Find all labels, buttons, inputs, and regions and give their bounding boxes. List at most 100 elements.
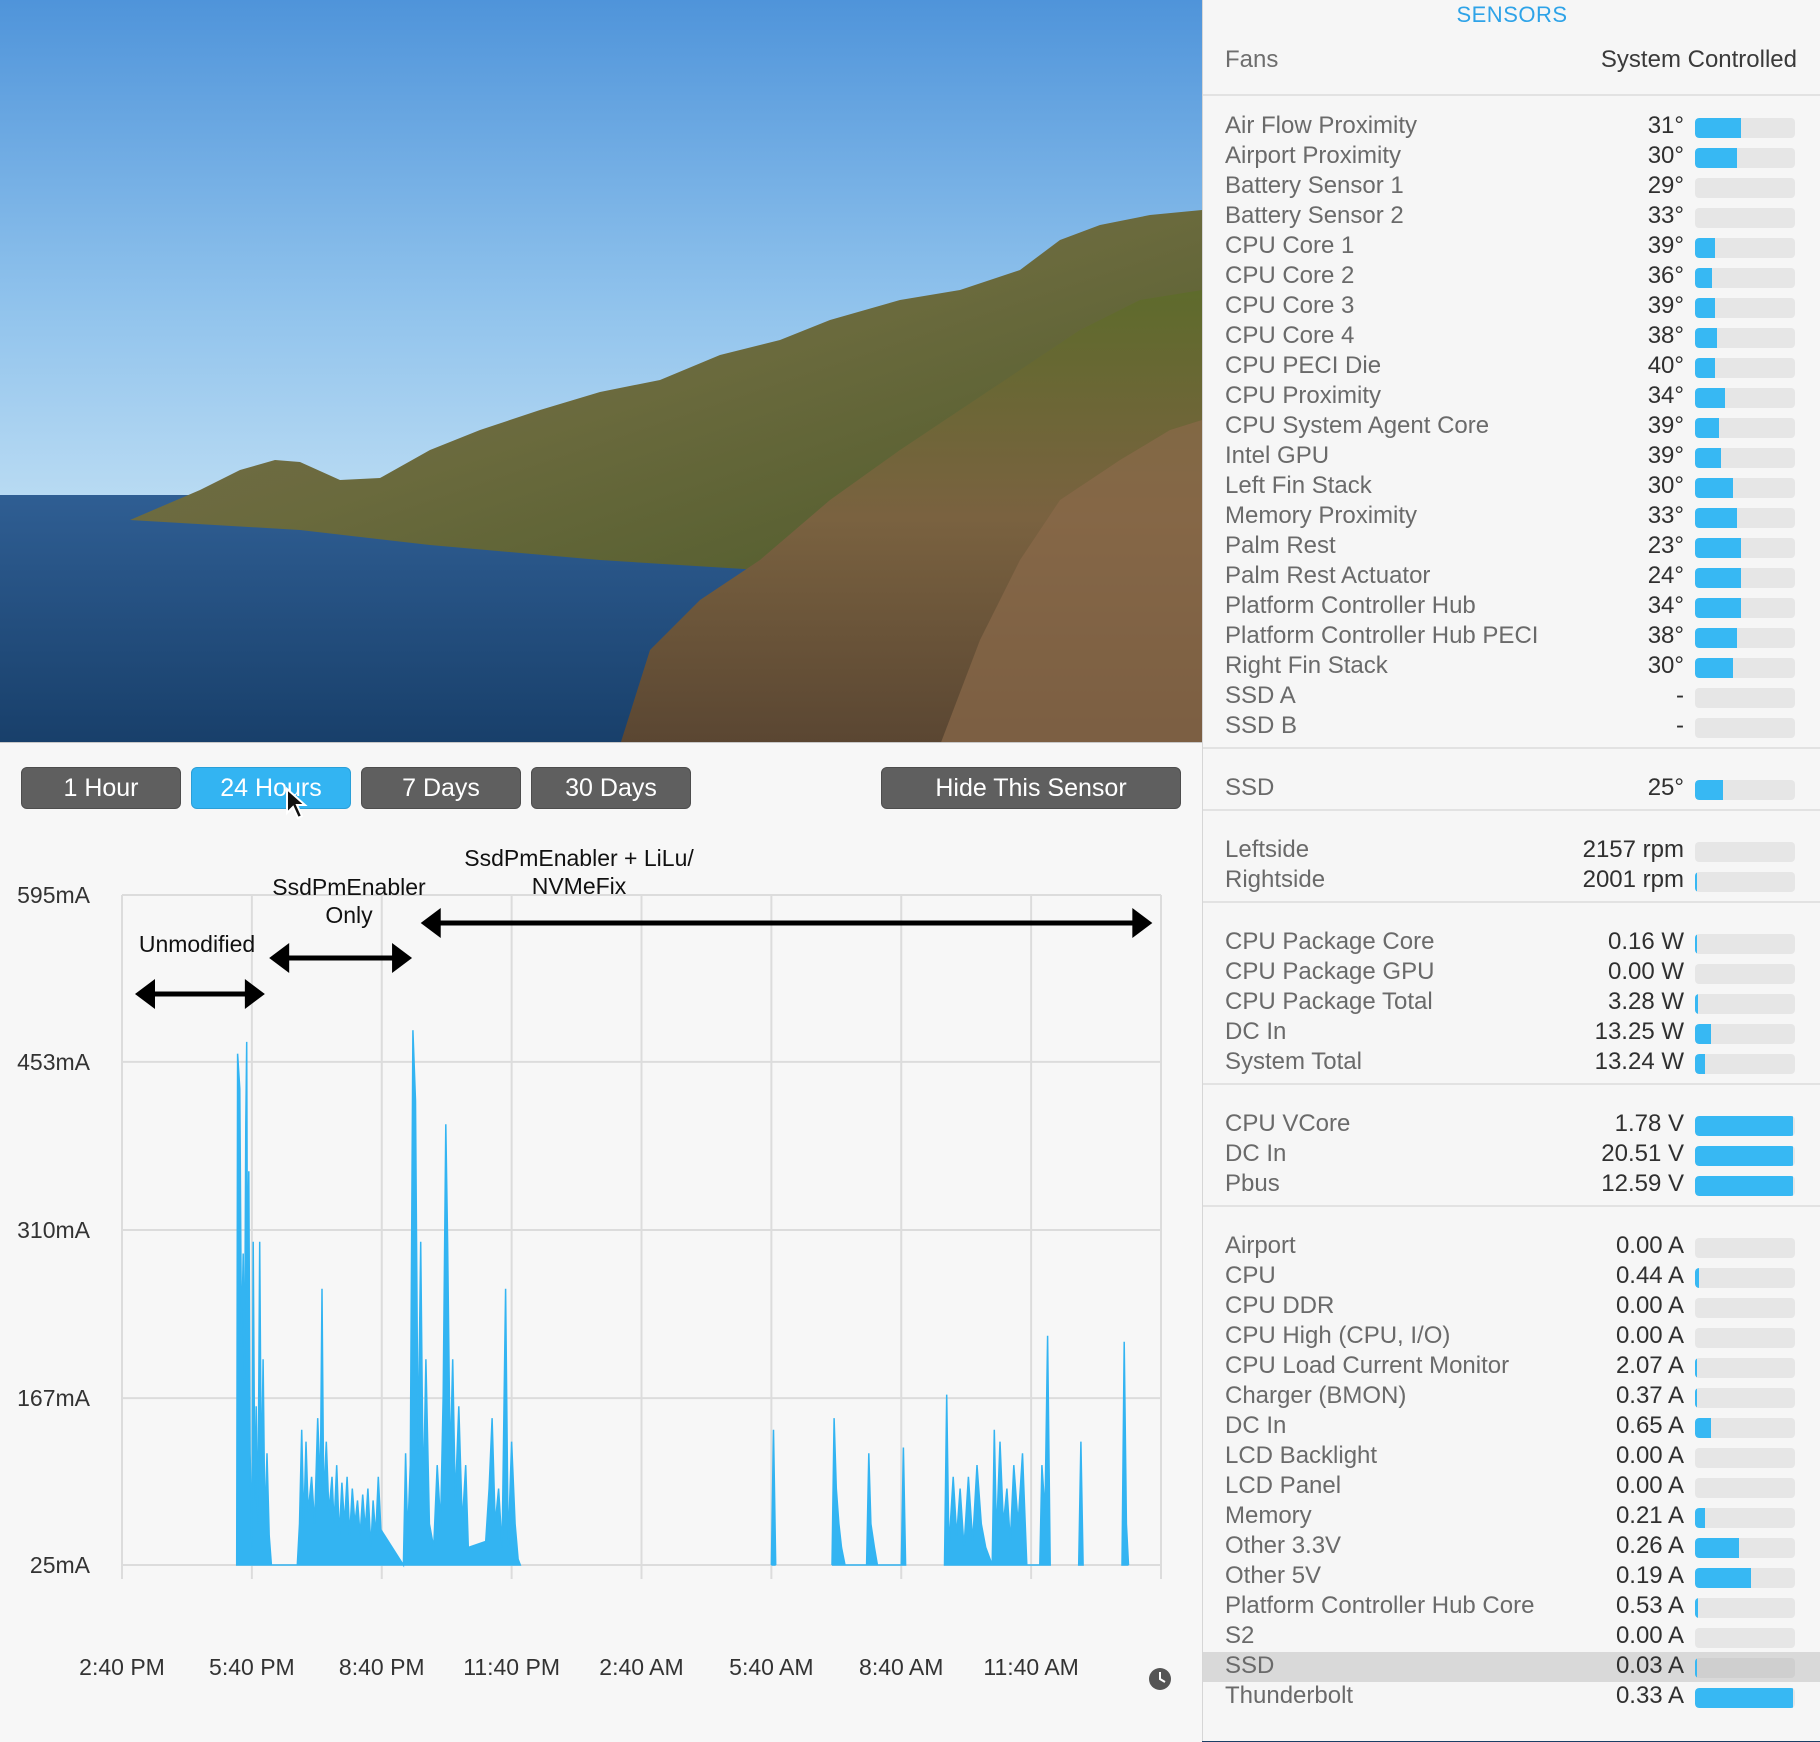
sensor-row[interactable]: CPU System Agent Core 39° [1203,412,1820,442]
sensor-row[interactable]: Platform Controller Hub 34° [1203,592,1820,622]
y-tick-label: 453mA [17,1049,91,1075]
range-30-days-button[interactable]: 30 Days [531,767,691,809]
sensor-row[interactable]: Battery Sensor 1 29° [1203,172,1820,202]
sensor-row[interactable]: Airport 0.00 A [1203,1232,1820,1262]
sensor-row[interactable]: Platform Controller Hub PECI 38° [1203,622,1820,652]
sensor-row[interactable]: SSD A - [1203,682,1820,712]
sensor-row[interactable]: CPU High (CPU, I/O) 0.00 A [1203,1322,1820,1352]
sensor-name: Pbus [1225,1170,1280,1197]
sensor-row[interactable]: CPU Core 3 39° [1203,292,1820,322]
sensor-level-bar [1695,388,1795,408]
sensor-level-fill [1695,628,1737,648]
sensor-row[interactable]: CPU Package GPU 0.00 W [1203,958,1820,988]
range-7-days-button[interactable]: 7 Days [361,767,521,809]
sensor-level-bar [1695,688,1795,708]
sensor-row[interactable]: Leftside 2157 rpm [1203,836,1820,866]
sensor-row[interactable]: Thunderbolt 0.33 A [1203,1682,1820,1712]
sensor-row[interactable]: Pbus 12.59 V [1203,1170,1820,1200]
sensor-level-bar [1695,1568,1795,1588]
annotation-label: Only [325,902,373,928]
sensor-row[interactable]: Right Fin Stack 30° [1203,652,1820,682]
sensor-row[interactable]: LCD Panel 0.00 A [1203,1472,1820,1502]
sensor-row[interactable]: System Total 13.24 W [1203,1048,1820,1078]
sensor-level-bar [1695,1328,1795,1348]
sensor-row[interactable]: Left Fin Stack 30° [1203,472,1820,502]
sensor-level-bar [1695,780,1795,800]
sensor-row[interactable]: Memory 0.21 A [1203,1502,1820,1532]
sensor-value: 0.00 A [1615,1232,1684,1259]
sensor-value: 0.00 W [1607,958,1684,985]
sensor-row[interactable]: S2 0.00 A [1203,1622,1820,1652]
sensor-row[interactable]: CPU Package Total 3.28 W [1203,988,1820,1018]
sensor-row[interactable]: CPU Load Current Monitor 2.07 A [1203,1352,1820,1382]
sensor-row[interactable]: Platform Controller Hub Core 0.53 A [1203,1592,1820,1622]
sensor-row[interactable]: SSD B - [1203,712,1820,742]
sensor-row[interactable]: DC In 20.51 V [1203,1140,1820,1170]
sensor-name: Other 3.3V [1225,1532,1342,1559]
hide-sensor-button[interactable]: Hide This Sensor [881,767,1181,809]
sensor-level-bar [1695,994,1795,1014]
sensor-row[interactable]: Air Flow Proximity 31° [1203,112,1820,142]
sensor-level-fill [1695,1054,1705,1074]
sensor-row[interactable]: SSD 0.03 A [1203,1652,1820,1682]
sensor-level-fill [1695,1358,1697,1378]
y-tick-label: 310mA [17,1217,91,1243]
sensor-row[interactable]: Battery Sensor 2 33° [1203,202,1820,232]
sensor-row[interactable]: CPU 0.44 A [1203,1262,1820,1292]
sensor-level-bar [1695,1388,1795,1408]
sensor-row[interactable]: CPU Core 1 39° [1203,232,1820,262]
sensor-name: DC In [1225,1018,1287,1045]
range-1-hour-button[interactable]: 1 Hour [21,767,181,809]
sensor-level-bar [1695,178,1795,198]
sensor-row[interactable]: CPU DDR 0.00 A [1203,1292,1820,1322]
range-24-hours-button[interactable]: 24 Hours [191,767,351,809]
sensor-level-fill [1695,268,1712,288]
sensor-name: CPU Package Total [1225,988,1433,1015]
sensor-row[interactable]: DC In 13.25 W [1203,1018,1820,1048]
sensor-level-fill [1695,1116,1793,1136]
sensor-row[interactable]: Charger (BMON) 0.37 A [1203,1382,1820,1412]
sensor-level-fill [1695,1146,1793,1166]
sensor-level-bar [1695,1146,1795,1166]
sensor-value: 33° [1647,202,1684,229]
x-tick-label: 5:40 PM [209,1654,295,1680]
x-tick-label: 2:40 AM [599,1654,683,1680]
sensor-name: Intel GPU [1225,442,1330,469]
sensor-row[interactable]: Intel GPU 39° [1203,442,1820,472]
sensor-row[interactable]: Palm Rest Actuator 24° [1203,562,1820,592]
sensor-value: 0.53 A [1615,1592,1684,1619]
sensor-row[interactable]: LCD Backlight 0.00 A [1203,1442,1820,1472]
sensor-row[interactable]: CPU VCore 1.78 V [1203,1110,1820,1140]
sensor-level-fill [1695,1176,1793,1196]
clock-icon[interactable] [1149,1668,1171,1690]
fans-row[interactable]: Fans System Controlled [1225,46,1797,80]
sensor-level-bar [1695,1628,1795,1648]
sensor-row[interactable]: Other 3.3V 0.26 A [1203,1532,1820,1562]
sensor-name: CPU System Agent Core [1225,412,1490,439]
panel-title: SENSORS [1456,2,1568,27]
sensor-name: CPU VCore [1225,1110,1351,1137]
sensor-row[interactable]: CPU Core 2 36° [1203,262,1820,292]
y-tick-label: 25mA [30,1552,91,1578]
sensor-row[interactable]: CPU Proximity 34° [1203,382,1820,412]
sensor-row[interactable]: DC In 0.65 A [1203,1412,1820,1442]
sensor-value: 30° [1647,652,1684,679]
sensor-level-fill [1695,538,1741,558]
sensor-row[interactable]: Airport Proximity 30° [1203,142,1820,172]
sensor-row[interactable]: Palm Rest 23° [1203,532,1820,562]
sensor-row[interactable]: CPU Core 4 38° [1203,322,1820,352]
sensor-level-fill [1695,780,1723,800]
sensor-level-fill [1695,1388,1697,1408]
sensor-level-bar [1695,1418,1795,1438]
sensor-row[interactable]: Memory Proximity 33° [1203,502,1820,532]
sensor-name: CPU Package GPU [1225,958,1435,985]
sensor-value: 0.16 W [1607,928,1684,955]
sensor-row[interactable]: CPU PECI Die 40° [1203,352,1820,382]
sensor-row[interactable]: CPU Package Core 0.16 W [1203,928,1820,958]
sensor-row[interactable]: Rightside 2001 rpm [1203,866,1820,896]
sensor-row[interactable]: Other 5V 0.19 A [1203,1562,1820,1592]
annotation-label: SsdPmEnabler + LiLu/ [464,845,694,871]
sensor-row[interactable]: SSD 25° [1203,774,1820,804]
sensor-name: CPU High (CPU, I/O) [1225,1322,1451,1349]
sensor-value: 0.00 A [1615,1622,1684,1649]
